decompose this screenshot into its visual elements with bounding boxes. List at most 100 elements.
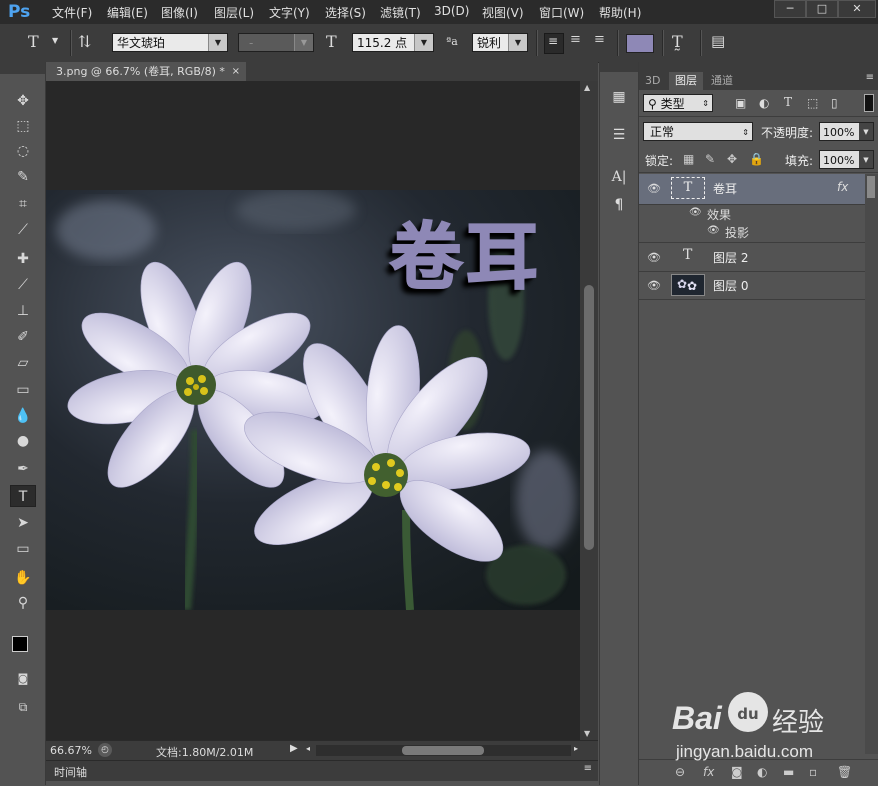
menu-image[interactable]: 图像(I): [161, 4, 198, 21]
maximize-button[interactable]: □: [806, 0, 838, 18]
document-image[interactable]: 卷耳: [46, 190, 580, 610]
lasso-tool-icon[interactable]: ◌: [10, 140, 36, 162]
lock-position-icon[interactable]: ✥: [727, 152, 737, 166]
align-left-button[interactable]: ≡: [544, 33, 564, 54]
layers-scrollbar[interactable]: [865, 174, 878, 754]
status-menu-arrow-icon[interactable]: ▶: [290, 743, 298, 754]
warp-text-icon[interactable]: T̰: [672, 32, 683, 51]
fx-badge[interactable]: fx: [837, 180, 848, 194]
menu-3d[interactable]: 3D(D): [434, 4, 469, 18]
menu-file[interactable]: 文件(F): [52, 4, 92, 21]
lock-all-icon[interactable]: 🔒: [749, 152, 764, 166]
layer-row-layer2[interactable]: 👁 T 图层 2: [639, 243, 865, 272]
menu-edit[interactable]: 编辑(E): [107, 4, 148, 21]
antialias-select[interactable]: 锐利 ▼: [472, 33, 528, 52]
filter-smart-object-icon[interactable]: ▯: [831, 96, 838, 110]
text-orientation-icon[interactable]: ⇅: [78, 32, 91, 51]
layer-row-juaner[interactable]: 👁 T 卷耳 fx: [639, 174, 865, 205]
status-info-icon[interactable]: ◴: [98, 743, 112, 757]
layer-name[interactable]: 卷耳: [713, 180, 737, 197]
menu-layer[interactable]: 图层(L): [214, 4, 254, 21]
minimize-button[interactable]: ─: [774, 0, 806, 18]
layer-name[interactable]: 图层 0: [713, 277, 748, 294]
paragraph-panel-icon[interactable]: ¶: [608, 194, 630, 216]
font-family-select[interactable]: 华文琥珀 ▼: [112, 33, 228, 52]
visibility-eye-icon[interactable]: 👁: [647, 251, 661, 264]
path-selection-tool-icon[interactable]: ➤: [10, 512, 36, 534]
menu-type[interactable]: 文字(Y): [269, 4, 310, 21]
scroll-up-icon[interactable]: ▲: [584, 83, 590, 92]
gradient-tool-icon[interactable]: ▭: [10, 379, 36, 401]
horizontal-scrollbar[interactable]: [316, 745, 571, 756]
close-tab-icon[interactable]: ×: [232, 62, 240, 81]
tab-3d[interactable]: 3D: [639, 72, 666, 90]
actions-panel-icon[interactable]: ☰: [608, 124, 630, 146]
filter-pixel-icon[interactable]: ▣: [735, 96, 746, 110]
filter-toggle[interactable]: [864, 94, 874, 112]
visibility-eye-icon[interactable]: 👁: [647, 182, 661, 195]
effect-eye-icon[interactable]: 👁: [707, 225, 720, 236]
align-center-icon[interactable]: ≡: [570, 32, 581, 47]
panel-menu-icon[interactable]: ≡: [584, 763, 592, 774]
panel-menu-icon[interactable]: ≡: [866, 72, 874, 83]
crop-tool-icon[interactable]: ⌗: [10, 193, 36, 215]
layer-effects-row[interactable]: 👁 效果: [639, 205, 865, 223]
menu-window[interactable]: 窗口(W): [539, 4, 584, 21]
opacity-field[interactable]: 100% ▼: [819, 122, 874, 141]
eyedropper-tool-icon[interactable]: ⟋: [10, 219, 36, 241]
brush-tool-icon[interactable]: ⟋: [10, 274, 36, 296]
hand-tool-icon[interactable]: ✋: [10, 567, 36, 589]
filter-adjustment-icon[interactable]: ◐: [759, 96, 769, 110]
pen-tool-icon[interactable]: ✒: [10, 458, 36, 480]
document-tab[interactable]: 3.png @ 66.7% (卷耳, RGB/8) * ×: [46, 62, 246, 81]
vertical-scroll-thumb[interactable]: [584, 285, 594, 550]
history-panel-icon[interactable]: ▦: [608, 86, 630, 108]
hscroll-left-icon[interactable]: ◂: [306, 744, 310, 753]
layer-row-layer0[interactable]: 👁 ✿ ✿ 图层 0: [639, 271, 865, 300]
font-style-select[interactable]: - ▼: [238, 33, 314, 52]
timeline-tab[interactable]: 时间轴: [54, 764, 87, 780]
menu-help[interactable]: 帮助(H): [599, 4, 641, 21]
drop-shadow-effect-row[interactable]: 👁 投影: [639, 223, 865, 243]
screen-mode-icon[interactable]: ⧉: [10, 696, 36, 718]
character-panel-icon[interactable]: ▤: [711, 32, 725, 50]
font-size-select[interactable]: 115.2 点 ▼: [352, 33, 434, 52]
tool-preset-arrow-icon[interactable]: ▼: [52, 36, 58, 45]
horizontal-scroll-thumb[interactable]: [402, 746, 484, 755]
zoom-tool-icon[interactable]: ⚲: [10, 592, 36, 614]
layer-filter-select[interactable]: ⚲ 类型 ⇕: [643, 94, 713, 112]
healing-brush-tool-icon[interactable]: ✚: [10, 248, 36, 270]
marquee-tool-icon[interactable]: ⬚: [10, 115, 36, 137]
scroll-down-icon[interactable]: ▼: [584, 729, 590, 738]
quick-mask-icon[interactable]: ◙: [10, 668, 36, 690]
clone-stamp-tool-icon[interactable]: ⊥: [10, 300, 36, 322]
hscroll-right-icon[interactable]: ▸: [574, 744, 578, 753]
menu-select[interactable]: 选择(S): [325, 4, 366, 21]
filter-shape-icon[interactable]: ⬚: [807, 96, 818, 110]
type-tool-icon[interactable]: T: [28, 32, 39, 51]
lock-transparent-icon[interactable]: ▦: [683, 152, 694, 166]
menu-view[interactable]: 视图(V): [482, 4, 524, 21]
blur-tool-icon[interactable]: 💧: [10, 405, 36, 427]
filter-type-icon[interactable]: T: [784, 95, 792, 109]
visibility-eye-icon[interactable]: 👁: [647, 279, 661, 292]
type-tool-icon[interactable]: T: [10, 485, 36, 507]
align-right-icon[interactable]: ≡: [594, 32, 605, 47]
tab-channels[interactable]: 通道: [705, 72, 739, 90]
menu-filter[interactable]: 滤镜(T): [380, 4, 421, 21]
close-button[interactable]: ✕: [838, 0, 876, 18]
tab-layers[interactable]: 图层: [669, 72, 703, 90]
rectangle-tool-icon[interactable]: ▭: [10, 538, 36, 560]
dodge-tool-icon[interactable]: ●: [10, 430, 36, 452]
layers-scroll-thumb[interactable]: [867, 176, 875, 198]
zoom-level[interactable]: 66.67%: [50, 744, 92, 757]
canvas-text-layer[interactable]: 卷耳: [389, 198, 542, 303]
quick-select-tool-icon[interactable]: ✎: [10, 166, 36, 188]
eraser-tool-icon[interactable]: ▱: [10, 352, 36, 374]
foreground-color-swatch[interactable]: [12, 636, 28, 652]
blend-mode-select[interactable]: 正常 ⇕: [643, 122, 753, 141]
text-color-swatch[interactable]: [626, 34, 654, 53]
history-brush-tool-icon[interactable]: ✐: [10, 326, 36, 348]
character-panel-icon[interactable]: A|: [608, 166, 630, 188]
fill-field[interactable]: 100% ▼: [819, 150, 874, 169]
